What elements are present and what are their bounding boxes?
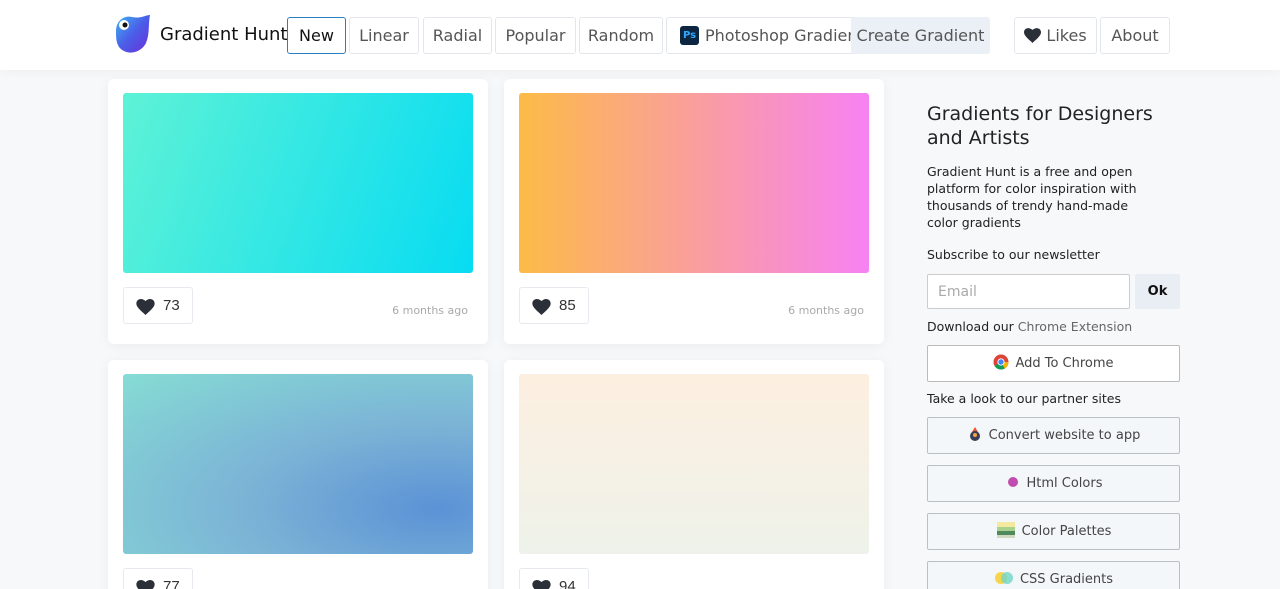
gradient-icon [994, 572, 1013, 584]
partner-label-text: CSS Gradients [1019, 572, 1114, 587]
heart-icon [532, 580, 551, 589]
gradient-swatch[interactable] [123, 374, 473, 554]
partner-color-palettes-button[interactable]: Color Palettes [927, 513, 1180, 550]
like-count: 94 [559, 578, 576, 589]
like-count: 73 [163, 297, 180, 314]
partner-label-text: Color Palettes [1021, 524, 1112, 539]
nav-photoshop-label: Photoshop Gradients [705, 26, 856, 45]
like-button[interactable]: 77 [123, 568, 193, 589]
partner-html-colors-button[interactable]: Html Colors [927, 465, 1180, 502]
subscribe-ok-button[interactable]: Ok [1135, 274, 1180, 309]
palette-icon [996, 522, 1015, 538]
likes-button[interactable]: Likes [1014, 17, 1097, 54]
newsletter-label: Subscribe to our newsletter [927, 247, 1100, 262]
gradient-swatch[interactable] [123, 93, 473, 273]
add-to-chrome-button[interactable]: Add To Chrome [927, 345, 1180, 382]
heart-icon [1024, 27, 1042, 43]
heart-icon [532, 299, 551, 315]
gradient-swatch[interactable] [519, 374, 869, 554]
sidebar-description: Gradient Hunt is a free and open platfor… [927, 164, 1137, 230]
like-count: 77 [163, 578, 180, 589]
nav-random[interactable]: Random [579, 17, 663, 54]
color-dot-icon [1007, 477, 1018, 487]
about-button[interactable]: About [1100, 17, 1170, 54]
nav-linear[interactable]: Linear [349, 17, 419, 54]
gradient-card: 94 [504, 360, 884, 589]
timestamp: 6 months ago [788, 304, 864, 317]
create-gradient-button[interactable]: Create Gradient [851, 17, 990, 54]
chrome-extension-link[interactable]: Chrome Extension [1018, 319, 1132, 334]
nav-popular[interactable]: Popular [495, 17, 576, 54]
brand-name[interactable]: Gradient Hunt [160, 24, 287, 45]
like-button[interactable]: 73 [123, 287, 193, 324]
partner-label-text: Convert website to app [988, 428, 1141, 443]
nav-new[interactable]: New [287, 17, 346, 54]
like-count: 85 [559, 297, 576, 314]
gradient-card: 85 6 months ago [504, 79, 884, 344]
gradient-card: 77 [108, 360, 488, 589]
top-navbar: Gradient Hunt New Linear Radial Popular … [0, 0, 1280, 70]
download-prefix: Download our [927, 319, 1018, 334]
gradient-swatch[interactable] [519, 93, 869, 273]
app-icon [969, 427, 980, 441]
partner-label: Take a look to our partner sites [927, 391, 1121, 406]
gradient-card: 73 6 months ago [108, 79, 488, 344]
add-to-chrome-label: Add To Chrome [1015, 356, 1114, 371]
logo-icon[interactable] [110, 13, 151, 54]
partner-convert-website-button[interactable]: Convert website to app [927, 417, 1180, 454]
timestamp: 6 months ago [392, 304, 468, 317]
like-button[interactable]: 94 [519, 568, 589, 589]
sidebar-title: Gradients for Designers and Artists [927, 103, 1153, 149]
nav-radial[interactable]: Radial [423, 17, 492, 54]
email-input[interactable] [927, 274, 1130, 309]
heart-icon [136, 299, 155, 315]
likes-label: Likes [1046, 26, 1087, 45]
like-button[interactable]: 85 [519, 287, 589, 324]
download-label: Download our Chrome Extension [927, 319, 1132, 334]
partner-css-gradients-button[interactable]: CSS Gradients [927, 561, 1180, 589]
photoshop-icon: Ps [680, 25, 699, 45]
heart-icon [136, 580, 155, 589]
partner-label-text: Html Colors [1026, 476, 1103, 491]
nav-photoshop-gradients[interactable]: Ps Photoshop Gradients [666, 17, 856, 54]
chrome-icon [993, 354, 1009, 370]
